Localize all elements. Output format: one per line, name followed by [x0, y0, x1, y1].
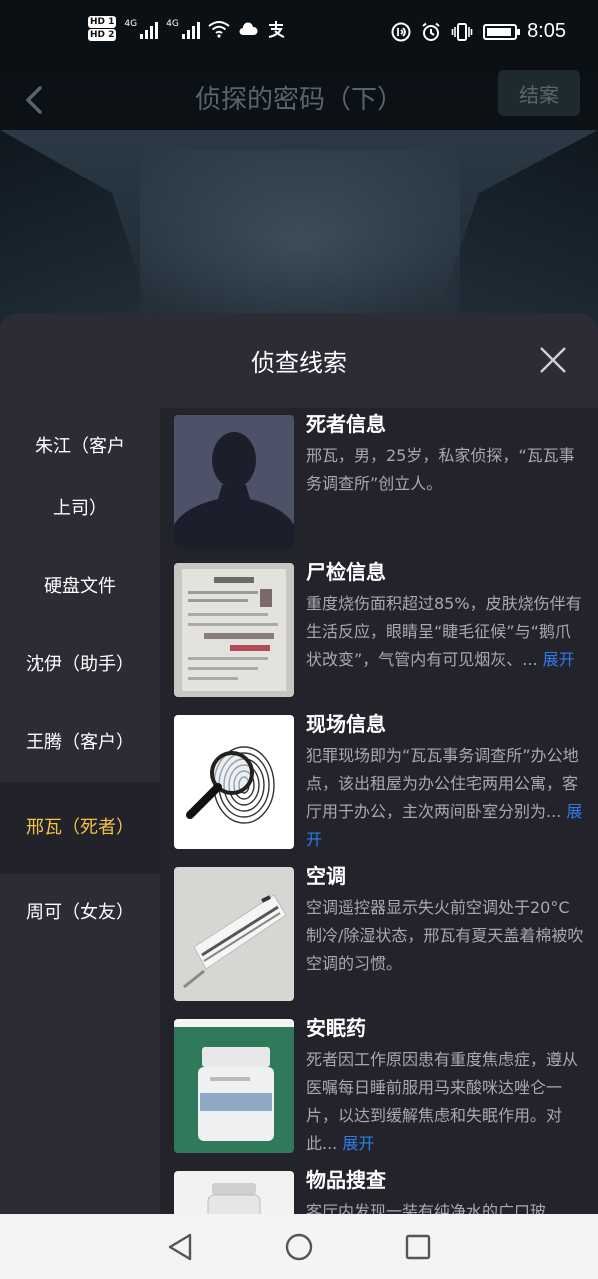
autopsy-report-thumbnail	[174, 563, 294, 697]
background-shape-left	[0, 130, 160, 340]
status-left: HD 1 HD 2 4G 4G	[88, 16, 286, 41]
suspect-sidebar: 朱江（客户上司） 硬盘文件 沈伊（助手） 王腾（客户） 邢瓦（死者） 周可（女友…	[0, 408, 160, 1228]
glass-jar-thumbnail	[174, 1171, 294, 1218]
alipay-icon	[268, 20, 285, 38]
clue-title: 物品搜查	[306, 1168, 386, 1192]
clue-desc: 犯罪现场即为“瓦瓦事务调查所”办公地点，该出租屋为办公住宅两用公寓，客厅用于办公…	[306, 742, 584, 854]
clue-title: 空调	[306, 864, 346, 888]
sheet-title: 侦查线索	[251, 349, 347, 377]
nav-home-button[interactable]	[282, 1230, 316, 1264]
magnifier-fingerprint-icon	[174, 715, 294, 849]
clue-list: 死者信息 邢瓦，男，25岁，私家侦探，“瓦瓦事务调查所”创立人。 尸检信息 重度…	[160, 408, 598, 1218]
close-case-button[interactable]: 结案	[498, 70, 580, 116]
clue-desc: 死者因工作原因患有重度焦虑症，遵从医嘱每日睡前服用马来酸咪达唑仑一片，以达到缓解…	[306, 1046, 584, 1158]
pill-bottle-thumbnail	[174, 1019, 294, 1153]
clue-title: 死者信息	[306, 412, 386, 436]
nav-back-button[interactable]	[163, 1230, 197, 1264]
clue-item[interactable]: 死者信息 邢瓦，男，25岁，私家侦探，“瓦瓦事务调查所”创立人。	[174, 408, 586, 549]
nav-recents-button[interactable]	[401, 1230, 435, 1264]
clue-desc: 空调遥控器显示失火前空调处于20°C制冷/除湿状态，邢瓦有夏天盖着棉被吹空调的习…	[306, 894, 584, 978]
sidebar-item-label: 朱江（客户上司）	[35, 436, 125, 519]
close-button[interactable]	[536, 343, 570, 377]
hd1-label: HD 1	[88, 16, 117, 28]
signal-icon: 4G	[124, 18, 159, 39]
clue-sheet: 侦查线索 朱江（客户上司） 硬盘文件 沈伊（助手） 王腾（客户） 邢瓦（死者） …	[0, 313, 598, 1279]
pill-bottle-icon	[174, 1019, 294, 1153]
sidebar-item-label: 硬盘文件	[44, 576, 116, 597]
status-bar: HD 1 HD 2 4G 4G 8:05	[0, 0, 598, 70]
signal-icon: 4G	[166, 19, 200, 39]
net2-label: 4G	[166, 18, 179, 29]
sidebar-item-shenyi[interactable]: 沈伊（助手）	[0, 626, 160, 704]
clue-desc-text: 重度烧伤面积超过85%，皮肤烧伤伴有生活反应，眼睛呈“睫毛征候”与“鹅爪状改变”…	[306, 594, 582, 669]
app-header: 侦探的密码（下） 结案	[0, 70, 598, 130]
background-haze	[140, 150, 460, 330]
clue-item[interactable]: 空调 空调遥控器显示失火前空调处于20°C制冷/除湿状态，邢瓦有夏天盖着棉被吹空…	[174, 860, 586, 1001]
clue-title: 安眠药	[306, 1016, 366, 1040]
status-right: 8:05	[391, 20, 566, 43]
alarm-icon	[422, 22, 440, 41]
close-icon	[540, 347, 566, 373]
clue-desc: 重度烧伤面积超过85%，皮肤烧伤伴有生活反应，眼睛呈“睫毛征候”与“鹅爪状改变”…	[306, 590, 584, 674]
silhouette-thumbnail	[174, 415, 294, 549]
vibrate-icon	[451, 22, 473, 41]
clue-title: 尸检信息	[306, 560, 386, 584]
clue-title: 现场信息	[306, 712, 386, 736]
sidebar-item-harddisk[interactable]: 硬盘文件	[0, 548, 160, 626]
expand-link[interactable]: 展开	[342, 1134, 374, 1153]
battery-icon	[483, 23, 521, 40]
sidebar-item-xingwa[interactable]: 邢瓦（死者）	[0, 782, 160, 874]
clue-item[interactable]: 物品搜查 客厅内发现一装有纯净水的广口玻	[174, 1164, 586, 1218]
square-recents-icon	[406, 1234, 431, 1259]
nfc-icon	[391, 22, 411, 41]
sidebar-item-label: 周可（女友）	[26, 902, 134, 923]
sidebar-item-label: 沈伊（助手）	[26, 654, 134, 675]
hd-indicator: HD 1 HD 2	[88, 16, 117, 41]
clue-item[interactable]: 安眠药 死者因工作原因患有重度焦虑症，遵从医嘱每日睡前服用马来酸咪达唑仑一片，以…	[174, 1012, 586, 1153]
clue-item[interactable]: 尸检信息 重度烧伤面积超过85%，皮肤烧伤伴有生活反应，眼睛呈“睫毛征候”与“鹅…	[174, 556, 586, 697]
wifi-icon	[208, 20, 230, 38]
expand-link[interactable]: 展开	[543, 650, 575, 669]
sidebar-item-wangteng[interactable]: 王腾（客户）	[0, 704, 160, 782]
air-conditioner-thumbnail	[174, 867, 294, 1001]
person-silhouette-icon	[174, 415, 294, 549]
cloud-icon	[239, 21, 258, 35]
triangle-back-icon	[168, 1233, 191, 1260]
clue-desc-text: 犯罪现场即为“瓦瓦事务调查所”办公地点，该出租屋为办公住宅两用公寓，客厅用于办公…	[306, 746, 579, 821]
clue-desc: 邢瓦，男，25岁，私家侦探，“瓦瓦事务调查所”创立人。	[306, 442, 584, 498]
sidebar-item-zhouke[interactable]: 周可（女友）	[0, 874, 160, 952]
sidebar-item-label: 王腾（客户）	[26, 732, 134, 753]
clock: 8:05	[527, 20, 566, 42]
circle-home-icon	[285, 1233, 313, 1260]
clue-desc-text: 空调遥控器显示失火前空调处于20°C制冷/除湿状态，邢瓦有夏天盖着棉被吹空调的习…	[306, 898, 584, 973]
sidebar-item-label: 邢瓦（死者）	[26, 817, 134, 838]
air-conditioner-icon	[174, 867, 294, 1001]
document-photo-icon	[174, 563, 294, 697]
hd2-label: HD 2	[88, 29, 117, 41]
system-nav-bar	[0, 1214, 598, 1279]
net1-label: 4G	[124, 18, 138, 29]
sidebar-item-zhujiang[interactable]: 朱江（客户上司）	[0, 408, 160, 548]
fingerprint-thumbnail	[174, 715, 294, 849]
clue-desc-text: 邢瓦，男，25岁，私家侦探，“瓦瓦事务调查所”创立人。	[306, 446, 575, 493]
clue-item[interactable]: 现场信息 犯罪现场即为“瓦瓦事务调查所”办公地点，该出租屋为办公住宅两用公寓，客…	[174, 708, 586, 849]
glass-jar-icon	[174, 1171, 294, 1218]
